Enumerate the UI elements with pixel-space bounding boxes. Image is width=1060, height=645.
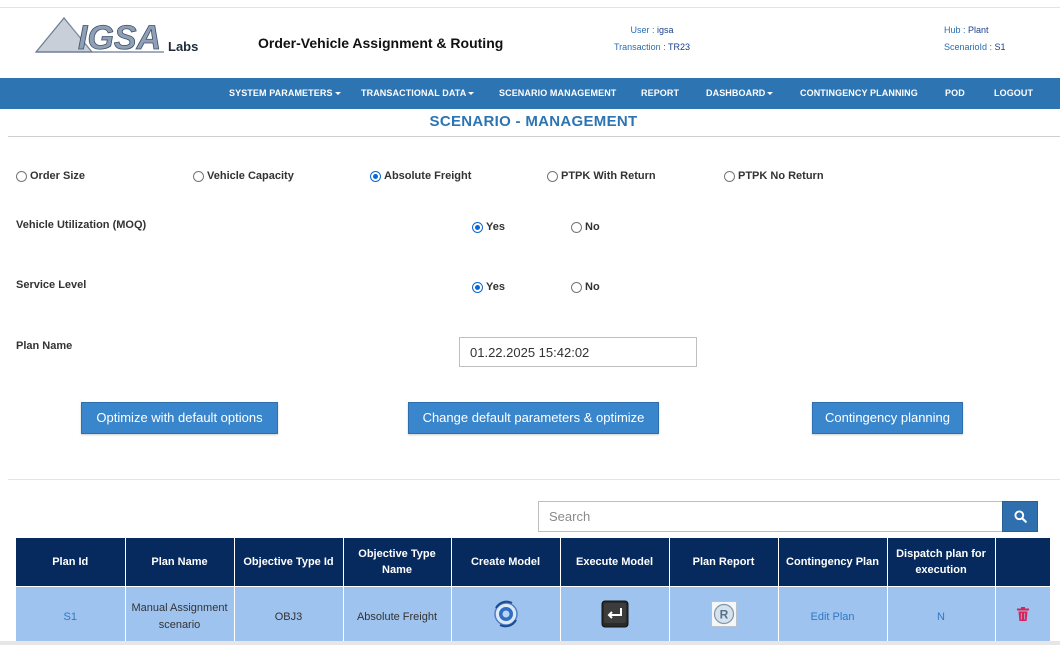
scenario-value: S1 bbox=[994, 42, 1006, 52]
col-plan-name[interactable]: Plan Name bbox=[125, 538, 235, 586]
search-input[interactable] bbox=[538, 501, 1003, 532]
hub-value: Plant bbox=[968, 25, 989, 35]
caret-down-icon bbox=[334, 92, 341, 96]
nav-report[interactable]: REPORT bbox=[641, 78, 679, 109]
plan-name-label: Plan Name bbox=[16, 340, 73, 352]
radio-button[interactable] bbox=[571, 221, 582, 233]
app-title: Order-Vehicle Assignment & Routing bbox=[258, 35, 504, 51]
caret-down-icon bbox=[767, 92, 774, 96]
col-dispatch-plan[interactable]: Dispatch plan for execution bbox=[887, 538, 996, 586]
service-level-no-radio[interactable]: No bbox=[571, 281, 600, 293]
vehicle-utilization-no-radio[interactable]: No bbox=[571, 221, 600, 233]
svg-text:R: R bbox=[719, 608, 728, 622]
nav-system-parameters[interactable]: SYSTEM PARAMETERS bbox=[229, 78, 341, 109]
col-create-model[interactable]: Create Model bbox=[451, 538, 561, 586]
vehicle-utilization-yes-radio[interactable]: Yes bbox=[472, 221, 505, 233]
col-objective-type-name[interactable]: Objective Type Name bbox=[343, 538, 452, 586]
service-level-label: Service Level bbox=[16, 279, 87, 291]
scenario-label: ScenarioId : bbox=[944, 42, 993, 52]
objective-order-size-radio[interactable]: Order Size bbox=[16, 170, 85, 182]
contingency-planning-button[interactable]: Contingency planning bbox=[812, 402, 963, 434]
report-r-icon[interactable]: R bbox=[710, 601, 737, 633]
radio-button[interactable] bbox=[571, 281, 582, 293]
col-objective-type-id[interactable]: Objective Type Id bbox=[234, 538, 344, 586]
plans-table: Plan Id Plan Name Objective Type Id Obje… bbox=[16, 538, 1051, 645]
cell-dispatch-status[interactable]: N bbox=[887, 585, 996, 645]
divider bbox=[8, 479, 1060, 480]
svg-text:IGSA: IGSA bbox=[78, 19, 161, 56]
transaction-value: TR23 bbox=[668, 42, 691, 52]
caret-down-icon bbox=[468, 92, 475, 96]
cell-plan-id[interactable]: S1 bbox=[16, 585, 126, 645]
objective-absolute-freight-radio[interactable]: Absolute Freight bbox=[370, 170, 471, 182]
svg-text:Labs: Labs bbox=[168, 39, 198, 54]
user-value: igsa bbox=[657, 25, 674, 35]
col-actions bbox=[995, 538, 1051, 586]
cell-execute-model bbox=[560, 585, 670, 645]
col-contingency-plan[interactable]: Contingency Plan bbox=[778, 538, 888, 586]
gear-globe-icon[interactable] bbox=[492, 600, 520, 634]
search-icon bbox=[1013, 510, 1027, 523]
objective-ptpk-no-return-radio[interactable]: PTPK No Return bbox=[724, 170, 824, 182]
main-nav: SYSTEM PARAMETERS TRANSACTIONAL DATA SCE… bbox=[0, 78, 1060, 109]
col-plan-report[interactable]: Plan Report bbox=[669, 538, 779, 586]
radio-button-checked[interactable] bbox=[370, 170, 381, 182]
nav-dashboard[interactable]: DASHBOARD bbox=[706, 78, 774, 109]
objective-vehicle-capacity-radio[interactable]: Vehicle Capacity bbox=[193, 170, 294, 182]
radio-button[interactable] bbox=[724, 170, 735, 182]
user-label: User : bbox=[630, 25, 655, 35]
table-row: S1 Manual Assignment scenario OBJ3 Absol… bbox=[16, 585, 1051, 645]
horizontal-scrollbar[interactable] bbox=[0, 641, 1060, 645]
plan-name-input[interactable] bbox=[459, 337, 697, 367]
nav-pod[interactable]: POD bbox=[945, 78, 965, 109]
search-button[interactable] bbox=[1002, 501, 1038, 532]
hub-info: Hub : Plant ScenarioId : S1 bbox=[944, 22, 1006, 56]
cell-plan-report: R bbox=[669, 585, 779, 645]
cell-create-model bbox=[451, 585, 561, 645]
session-info: User : igsa Transaction : TR23 bbox=[614, 22, 690, 56]
optimize-default-button[interactable]: Optimize with default options bbox=[81, 402, 278, 434]
cell-objective-type-id: OBJ3 bbox=[234, 585, 344, 645]
enter-key-icon[interactable] bbox=[601, 600, 629, 634]
radio-button[interactable] bbox=[16, 170, 27, 182]
radio-button-checked[interactable] bbox=[472, 281, 483, 293]
cell-plan-name: Manual Assignment scenario bbox=[125, 585, 235, 645]
company-logo: IGSA Labs bbox=[34, 14, 204, 57]
nav-contingency-planning[interactable]: CONTINGENCY PLANNING bbox=[800, 78, 918, 109]
radio-button[interactable] bbox=[193, 170, 204, 182]
nav-logout[interactable]: LOGOUT bbox=[994, 78, 1033, 109]
hub-label: Hub : bbox=[944, 25, 966, 35]
page-title: SCENARIO - MANAGEMENT bbox=[429, 113, 638, 130]
nav-scenario-management[interactable]: SCENARIO MANAGEMENT bbox=[499, 78, 616, 109]
radio-button-checked[interactable] bbox=[472, 221, 483, 233]
top-border bbox=[0, 7, 1060, 8]
edit-plan-link[interactable]: Edit Plan bbox=[778, 585, 888, 645]
col-execute-model[interactable]: Execute Model bbox=[560, 538, 670, 586]
cell-objective-type-name: Absolute Freight bbox=[343, 585, 452, 645]
vehicle-utilization-label: Vehicle Utilization (MOQ) bbox=[16, 219, 147, 231]
radio-button[interactable] bbox=[547, 170, 558, 182]
divider bbox=[8, 136, 1060, 137]
table-header-row: Plan Id Plan Name Objective Type Id Obje… bbox=[16, 538, 1051, 586]
service-level-yes-radio[interactable]: Yes bbox=[472, 281, 505, 293]
nav-transactional-data[interactable]: TRANSACTIONAL DATA bbox=[361, 78, 475, 109]
cell-actions bbox=[995, 585, 1051, 645]
objective-ptpk-with-return-radio[interactable]: PTPK With Return bbox=[547, 170, 656, 182]
trash-icon[interactable] bbox=[1016, 607, 1029, 627]
col-plan-id[interactable]: Plan Id bbox=[16, 538, 126, 586]
change-parameters-optimize-button[interactable]: Change default parameters & optimize bbox=[408, 402, 659, 434]
transaction-label: Transaction : bbox=[614, 42, 666, 52]
